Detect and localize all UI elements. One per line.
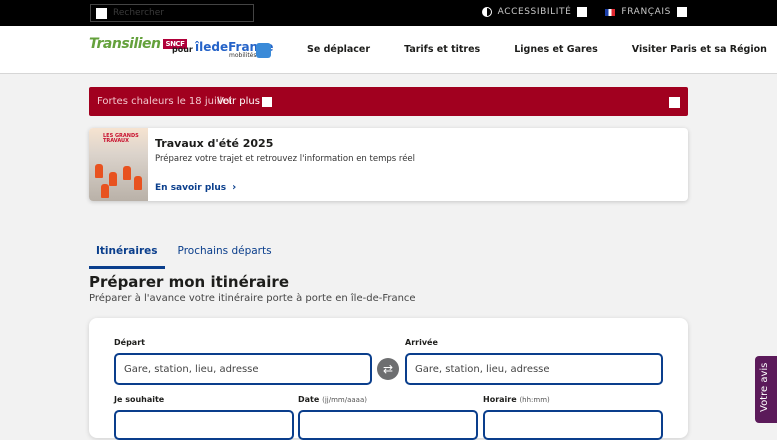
worker-figure [123,166,131,180]
idf-mobilites-icon [256,43,271,58]
promo-link-label[interactable]: En savoir plus [155,183,226,193]
promo-image-badge: LES GRANDS TRAVAUX [103,133,139,144]
arrivee-field[interactable] [405,353,663,385]
page-subtitle: Préparer à l'avance votre itinéraire por… [89,293,416,304]
external-link-icon[interactable] [262,97,272,107]
promo-description: Préparez votre trajet et retrouvez l'inf… [155,154,416,164]
language-dropdown-icon[interactable] [677,7,687,17]
horaire-hint: (hh:mm) [519,396,550,404]
alert-text: Fortes chaleurs le 18 juillet [97,96,233,107]
worker-figure [101,184,109,198]
nav-visiter-paris[interactable]: Visiter Paris et sa Région [632,44,767,55]
feedback-tab[interactable]: Votre avis [755,356,777,423]
alert-more-link[interactable]: Voir plus [217,96,260,107]
planner-tabs: Itinéraires Prochains départs [89,240,279,269]
transilien-brand: Transilien [89,36,161,52]
french-flag-icon [605,8,616,16]
depart-label: Départ [114,338,145,347]
search-box[interactable] [90,4,254,22]
arrivee-input[interactable] [415,362,644,377]
top-bar: ACCESSIBILITÉ FRANÇAIS [0,0,777,26]
accessibility-toggle-icon[interactable] [577,7,588,17]
depart-field[interactable] [114,353,372,385]
promo-card: LES GRANDS TRAVAUX Travaux d'été 2025 Pr… [89,128,688,201]
feedback-label[interactable]: Votre avis [759,363,770,412]
contrast-icon [481,7,492,17]
date-label: Date (jj/mm/aaaa) [298,395,367,404]
horaire-field[interactable] [483,410,663,440]
worker-figure [109,172,117,186]
alert-banner: Fortes chaleurs le 18 juillet Voir plus [89,87,688,116]
tab-itineraires[interactable]: Itinéraires [89,240,165,269]
horaire-label-text: Horaire [483,395,517,404]
tab-prochains-departs[interactable]: Prochains départs [171,240,279,269]
promo-link[interactable]: En savoir plus › [155,182,236,193]
logo-pour-text: pour [172,45,193,54]
date-hint: (jj/mm/aaaa) [322,396,367,404]
nav-se-deplacer[interactable]: Se déplacer [307,44,370,55]
main-header: Transilien SNCF pour îledeFrance mobilités… [0,26,777,74]
depart-input[interactable] [124,362,353,377]
close-icon[interactable] [669,97,680,108]
promo-image: LES GRANDS TRAVAUX [89,128,148,201]
nav-tarifs-titres[interactable]: Tarifs et titres [404,44,480,55]
swap-icon[interactable]: ⇄ [377,358,399,380]
worker-figure [95,164,103,178]
language-selector[interactable]: FRANÇAIS [621,7,671,17]
accessibility-link[interactable]: ACCESSIBILITÉ [498,7,572,17]
nav-lignes-gares[interactable]: Lignes et Gares [514,44,598,55]
search-input[interactable] [113,6,249,20]
itinerary-form: Départ ⇄ Arrivée Je souhaite Date (jj/mm… [89,318,688,440]
page-title: Préparer mon itinéraire [89,273,289,291]
date-label-text: Date [298,395,320,404]
chevron-right-icon: › [232,182,237,193]
souhaite-label: Je souhaite [114,395,165,404]
souhaite-select[interactable] [114,410,294,440]
main-nav: Se déplacer Tarifs et titres Lignes et G… [307,44,767,55]
worker-figure [134,176,142,190]
search-icon[interactable] [96,8,107,19]
arrivee-label: Arrivée [405,338,438,347]
promo-title: Travaux d'été 2025 [155,137,274,150]
date-field[interactable] [298,410,478,440]
horaire-label: Horaire (hh:mm) [483,395,550,404]
